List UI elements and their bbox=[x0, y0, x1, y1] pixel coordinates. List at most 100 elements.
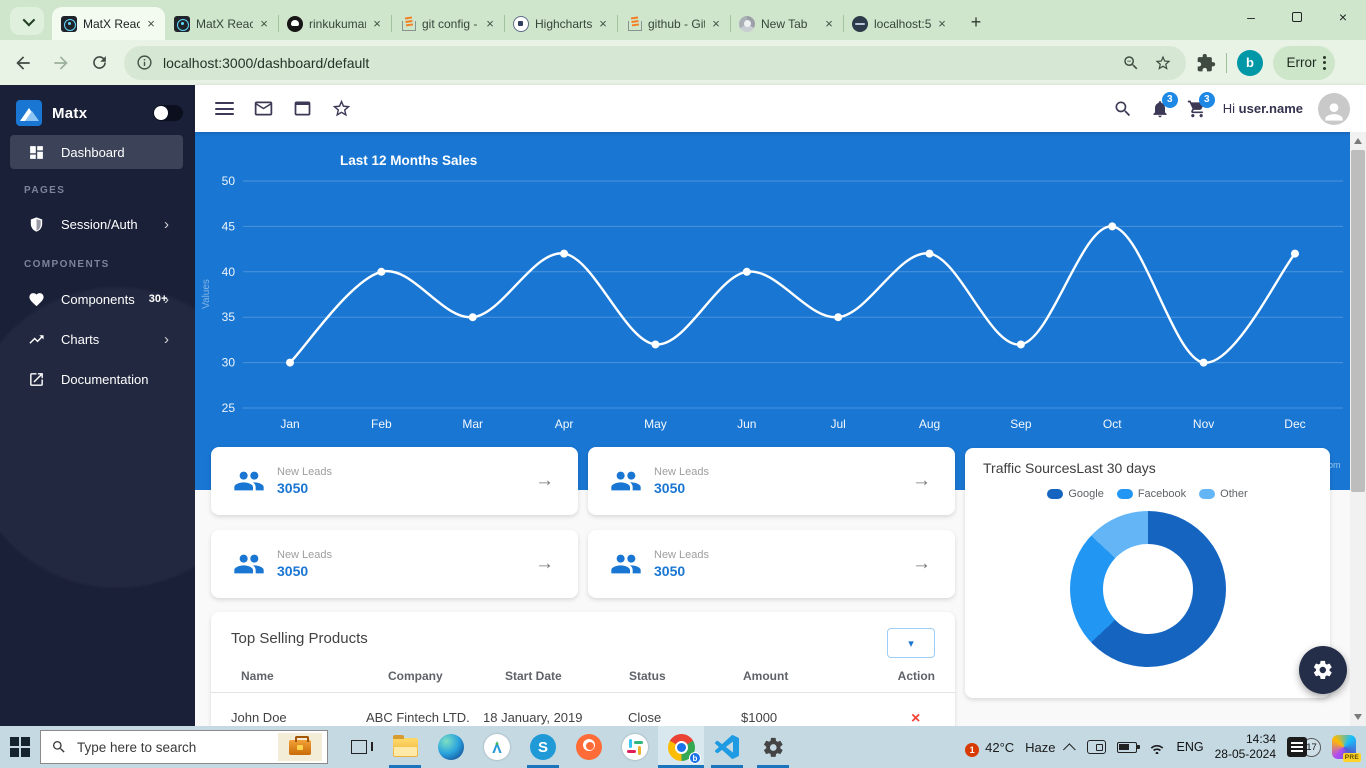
cart-button[interactable]: 3 bbox=[1186, 98, 1208, 120]
back-button[interactable] bbox=[8, 48, 38, 78]
page-scrollbar[interactable] bbox=[1350, 132, 1366, 726]
browser-tab[interactable]: MatX React -× bbox=[52, 7, 165, 40]
bookmark-star-icon[interactable] bbox=[1154, 54, 1172, 72]
table-cell-amount: $1000 bbox=[741, 710, 777, 725]
sidebar-item-dashboard[interactable]: Dashboard bbox=[10, 135, 183, 169]
arrow-right-icon[interactable]: → bbox=[535, 553, 554, 575]
browser-tab[interactable]: localhost:554× bbox=[843, 7, 956, 40]
svg-text:Values: Values bbox=[201, 279, 212, 309]
weather-temp[interactable]: 42°C bbox=[985, 740, 1014, 755]
arrow-right-icon[interactable]: → bbox=[912, 553, 931, 575]
settings-fab-button[interactable] bbox=[1299, 646, 1347, 694]
hidden-icons-chevron[interactable] bbox=[1063, 743, 1076, 756]
weather-desc[interactable]: Haze bbox=[1025, 740, 1055, 755]
gear-icon bbox=[762, 736, 785, 759]
legend-item[interactable]: Other bbox=[1199, 488, 1248, 500]
tab-close-icon[interactable]: × bbox=[482, 16, 498, 32]
battery-icon[interactable] bbox=[1117, 742, 1137, 753]
table-header-cell: Action bbox=[871, 669, 935, 683]
sidebar-item-charts[interactable]: Charts › bbox=[0, 322, 195, 356]
arrow-right-icon[interactable]: → bbox=[912, 470, 931, 492]
extensions-icon[interactable] bbox=[1196, 53, 1216, 73]
web-asset-button[interactable] bbox=[291, 98, 313, 120]
cast-display-icon[interactable] bbox=[1087, 740, 1106, 754]
tab-close-icon[interactable]: × bbox=[708, 16, 724, 32]
chrome-button[interactable]: b bbox=[658, 726, 704, 768]
menu-button[interactable] bbox=[213, 98, 235, 120]
browser-tab[interactable]: Highcharts R× bbox=[504, 7, 617, 40]
tab-close-icon[interactable]: × bbox=[256, 16, 272, 32]
address-bar[interactable]: localhost:3000/dashboard/default bbox=[124, 46, 1186, 80]
arrow-right-icon[interactable]: → bbox=[535, 470, 554, 492]
vscode-button[interactable] bbox=[704, 726, 750, 768]
taskbar-search[interactable]: Type here to search bbox=[40, 730, 328, 764]
close-window-button[interactable]: × bbox=[1320, 0, 1366, 34]
tab-close-icon[interactable]: × bbox=[934, 16, 950, 32]
postman-button[interactable] bbox=[566, 726, 612, 768]
maximize-button[interactable] bbox=[1274, 0, 1320, 34]
start-button[interactable] bbox=[0, 726, 40, 768]
lead-label: New Leads bbox=[277, 466, 332, 478]
tab-close-icon[interactable]: × bbox=[595, 16, 611, 32]
notifications-button[interactable]: 3 bbox=[1149, 98, 1171, 120]
dashboard-content: 253035404550JanFebMarAprMayJunJulAugSepO… bbox=[195, 132, 1366, 726]
task-view-button[interactable] bbox=[336, 726, 382, 768]
browser-tab[interactable]: git config - H× bbox=[391, 7, 504, 40]
table-filter-dropdown[interactable]: ▾ bbox=[887, 628, 935, 658]
sidebar-item-documentation[interactable]: Documentation bbox=[0, 362, 195, 396]
mail-button[interactable] bbox=[252, 98, 274, 120]
people-group-icon bbox=[610, 548, 642, 580]
browser-profile-avatar[interactable]: b bbox=[1237, 50, 1263, 76]
scrollbar-thumb[interactable] bbox=[1351, 150, 1365, 492]
lead-card[interactable]: New Leads3050 → bbox=[588, 447, 955, 515]
traffic-donut-chart[interactable] bbox=[1070, 511, 1226, 667]
search-highlight-button[interactable] bbox=[278, 733, 322, 761]
settings-app-button[interactable] bbox=[750, 726, 796, 768]
search-button[interactable] bbox=[1112, 98, 1134, 120]
zoom-icon[interactable] bbox=[1122, 54, 1140, 72]
sidebar-item-components[interactable]: Components 30+ › bbox=[0, 282, 195, 316]
site-info-icon[interactable] bbox=[136, 54, 153, 71]
scroll-up-icon[interactable] bbox=[1354, 138, 1362, 144]
forward-button[interactable] bbox=[46, 48, 76, 78]
wifi-icon[interactable] bbox=[1148, 740, 1166, 754]
tab-close-icon[interactable]: × bbox=[369, 16, 385, 32]
windows-logo-icon bbox=[10, 737, 30, 757]
new-tab-button[interactable]: + bbox=[962, 8, 990, 36]
minimize-button[interactable]: – bbox=[1228, 0, 1274, 34]
browser-tab[interactable]: rinkukumars× bbox=[278, 7, 391, 40]
tab-search-button[interactable] bbox=[10, 7, 44, 35]
tab-close-icon[interactable]: × bbox=[821, 16, 837, 32]
compass-app-button[interactable] bbox=[474, 726, 520, 768]
scroll-down-icon[interactable] bbox=[1354, 714, 1362, 720]
kebab-menu-icon[interactable] bbox=[1323, 56, 1326, 70]
user-avatar[interactable] bbox=[1318, 93, 1350, 125]
sidebar-mode-toggle[interactable] bbox=[153, 105, 183, 121]
legend-item[interactable]: Facebook bbox=[1117, 488, 1186, 500]
profile-error-button[interactable]: Error bbox=[1273, 46, 1335, 80]
copilot-button[interactable]: PRE bbox=[1332, 735, 1356, 759]
file-explorer-button[interactable] bbox=[382, 726, 428, 768]
browser-tab[interactable]: MatX React -× bbox=[165, 7, 278, 40]
sidebar-item-session-auth[interactable]: Session/Auth › bbox=[0, 207, 195, 241]
favorites-button[interactable] bbox=[330, 98, 352, 120]
skype-button[interactable]: S bbox=[520, 726, 566, 768]
language-indicator[interactable]: ENG bbox=[1177, 740, 1204, 754]
clock[interactable]: 14:3428-05-2024 bbox=[1215, 732, 1276, 762]
reload-button[interactable] bbox=[84, 48, 114, 78]
svg-text:Dec: Dec bbox=[1284, 417, 1305, 431]
edge-button[interactable] bbox=[428, 726, 474, 768]
sales-line-chart[interactable]: 253035404550JanFebMarAprMayJunJulAugSepO… bbox=[195, 132, 1350, 490]
close-icon[interactable]: × bbox=[911, 710, 920, 726]
lead-card[interactable]: New Leads3050 → bbox=[588, 530, 955, 598]
browser-tab[interactable]: New Tab× bbox=[730, 7, 843, 40]
svg-text:Aug: Aug bbox=[919, 417, 940, 431]
slack-button[interactable] bbox=[612, 726, 658, 768]
lead-card[interactable]: New Leads3050 → bbox=[211, 530, 578, 598]
browser-tab[interactable]: github - Git C× bbox=[617, 7, 730, 40]
notification-center-button[interactable]: 17 bbox=[1287, 737, 1321, 757]
lead-card[interactable]: New Leads3050 → bbox=[211, 447, 578, 515]
legend-item[interactable]: Google bbox=[1047, 488, 1103, 500]
tab-close-icon[interactable]: × bbox=[143, 16, 159, 32]
lead-value: 3050 bbox=[654, 480, 709, 496]
